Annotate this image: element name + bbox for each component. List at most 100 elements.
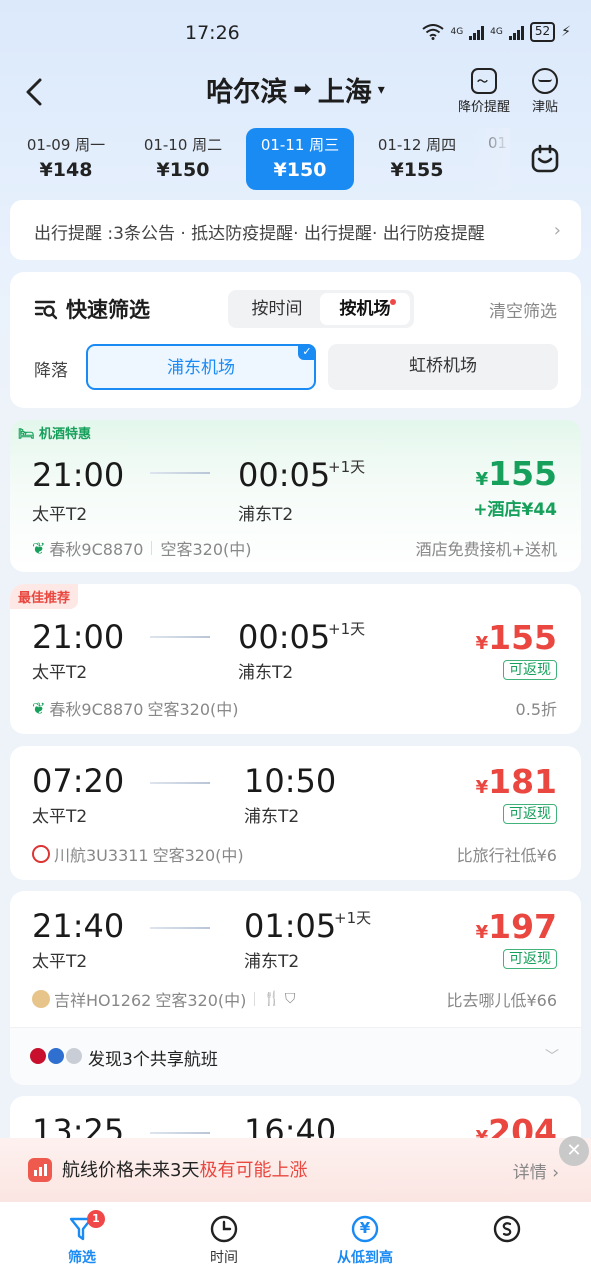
- more-icon: [66, 1048, 82, 1064]
- airline-flight-no: 吉祥HO1262: [54, 991, 152, 1010]
- flight-price: ¥155: [476, 454, 557, 493]
- route-line: [150, 1132, 210, 1134]
- meal-icon: 🍴: [263, 991, 281, 1007]
- date-strip-fade: [470, 128, 510, 190]
- origin-city: 哈尔滨: [206, 77, 288, 108]
- date-price: ¥148: [39, 159, 93, 181]
- arrival-terminal: 浦东T2: [238, 663, 294, 683]
- nav-sort-label: 从低到高: [337, 1250, 393, 1266]
- departure-terminal: 太平T2: [32, 663, 88, 683]
- travel-notice-bar[interactable]: 出行提醒 :3条公告 · 抵达防疫提醒· 出行提醒· 出行防疫提醒 ›: [10, 200, 581, 260]
- price-alert-label: 降价提醒: [458, 100, 511, 115]
- best-recommend-tag: 最佳推荐: [10, 584, 79, 609]
- departure-time: 07:20: [32, 762, 125, 800]
- yen-circle-icon: ¥: [350, 1214, 380, 1244]
- pudong-airport-option[interactable]: 浦东机场 ✓: [86, 344, 316, 390]
- bottom-nav: 1 筛选 时间 ¥ 从低到高: [0, 1202, 591, 1280]
- date-price: ¥150: [156, 159, 210, 181]
- price-drop-bell-icon: ～: [471, 68, 497, 94]
- departure-terminal: 太平T2: [32, 807, 88, 827]
- price-value: 155: [488, 454, 557, 493]
- spring-airlines-logo-icon: ❦: [32, 698, 46, 718]
- divider: [151, 541, 153, 555]
- date-item[interactable]: 01-10 周二 ¥150: [129, 128, 237, 190]
- status-time: 17:26: [185, 22, 240, 44]
- subsidy-button[interactable]: 津贴: [532, 68, 558, 115]
- tab-by-airport[interactable]: 按机场: [320, 293, 410, 325]
- calendar-icon: [531, 144, 559, 173]
- calendar-button[interactable]: [530, 144, 560, 174]
- codeshare-airline-icons: [30, 1048, 82, 1064]
- signal-icon-1: [469, 24, 485, 40]
- travel-notice-text: 出行提醒 :3条公告 · 抵达防疫提醒· 出行提醒· 出行防疫提醒: [34, 224, 485, 244]
- flight-note: 0.5折: [515, 700, 557, 719]
- aircraft-type: 空客320(中): [147, 700, 239, 719]
- close-icon[interactable]: ✕: [559, 1136, 589, 1166]
- flight-card[interactable]: 07:20 10:50 太平T2 浦东T2 ¥181 可返现 川航3U3311 …: [10, 746, 581, 880]
- flight-info: ❦ 春秋9C8870 空客320(中): [32, 536, 252, 560]
- nav-filter-label: 筛选: [68, 1250, 96, 1266]
- package-deal-label: 机酒特惠: [39, 427, 92, 442]
- nav-sort-low-high[interactable]: ¥ 从低到高: [305, 1214, 425, 1267]
- airline-flight-no: 春秋9C8870: [49, 540, 144, 559]
- date-label: 01-12 周四: [377, 136, 457, 154]
- airline-flight-no: 春秋9C8870: [49, 700, 144, 719]
- arrival-terminal: 浦东T2: [244, 952, 300, 972]
- tab-by-time[interactable]: 按时间: [232, 293, 322, 325]
- date-label: 01-11 周三: [260, 136, 340, 154]
- aircraft-type: 空客320(中): [160, 540, 252, 559]
- filter-count-badge: 1: [87, 1210, 105, 1228]
- sichuan-airlines-logo-icon: [32, 845, 50, 863]
- network-type-2: 4G: [490, 27, 503, 37]
- tab-dot-indicator: [390, 299, 396, 305]
- codeshare-row[interactable]: 发现3个共享航班 ﹀: [10, 1027, 581, 1085]
- route-line: [150, 472, 210, 474]
- chevron-down-icon: ﹀: [545, 1049, 559, 1065]
- landing-label: 降落: [34, 361, 68, 381]
- arrival-time: 00:05: [238, 618, 331, 656]
- flight-info: ❦ 春秋9C8870 空客320(中): [32, 696, 239, 720]
- quick-filter-label: 快速筛选: [66, 298, 150, 322]
- cashback-badge: 可返现: [503, 949, 557, 969]
- price-trend-alert[interactable]: 航线价格未来3天极有可能上涨 详情 › ✕: [0, 1136, 591, 1202]
- price-trend-text: 航线价格未来3天极有可能上涨: [62, 1156, 307, 1182]
- date-item[interactable]: 01-09 周一 ¥148: [12, 128, 120, 190]
- yen-symbol: ¥: [359, 1219, 371, 1237]
- nav-time[interactable]: 时间: [164, 1214, 284, 1267]
- codeshare-text: 发现3个共享航班: [88, 1050, 218, 1070]
- nav-more[interactable]: [447, 1214, 567, 1247]
- next-day-indicator: +1天: [328, 620, 366, 638]
- date-price: ¥155: [390, 159, 444, 181]
- arrival-terminal: 浦东T2: [244, 807, 300, 827]
- subsidy-label: 津贴: [532, 100, 559, 115]
- airline-flight-no: 川航3U3311: [54, 846, 149, 865]
- nav-filter[interactable]: 1 筛选: [22, 1210, 142, 1267]
- filter-search-icon: [34, 300, 58, 320]
- flight-card[interactable]: 最佳推荐 21:00 00:05 +1天 太平T2 浦东T2 ¥155 可返现 …: [10, 584, 581, 734]
- flight-card[interactable]: 🛏 机酒特惠 21:00 00:05 +1天 太平T2 浦东T2 ¥155 +酒…: [10, 420, 581, 572]
- quick-filter-title: 快速筛选: [34, 294, 150, 324]
- quick-filter-card: 快速筛选 按时间 按机场 清空筛选 降落 浦东机场 ✓ 虹桥机场: [10, 272, 581, 408]
- flight-card[interactable]: 21:40 01:05 +1天 太平T2 浦东T2 ¥197 可返现 吉祥HO1…: [10, 891, 581, 1085]
- funnel-icon: 1: [67, 1210, 105, 1244]
- flight-info: 川航3U3311 空客320(中): [32, 842, 244, 866]
- date-item[interactable]: 01-12 周四 ¥155: [363, 128, 471, 190]
- route-line: [150, 927, 210, 929]
- flight-note: 酒店免费接机+送机: [415, 540, 557, 559]
- price-alert-button[interactable]: ～ 降价提醒: [458, 68, 510, 115]
- status-bar: 17:26 4G 4G 52 ⚡: [0, 0, 591, 64]
- clear-filter-button[interactable]: 清空筛选: [489, 297, 557, 322]
- route-line: [150, 782, 210, 784]
- price-value: 155: [488, 618, 557, 657]
- price-trend-highlight: 极有可能上涨: [199, 1160, 308, 1181]
- currency-symbol: ¥: [475, 469, 489, 490]
- hotel-bed-icon: 🛏: [18, 427, 35, 442]
- departure-time: 21:00: [32, 618, 125, 656]
- arrival-time: 00:05: [238, 456, 331, 494]
- hongqiao-airport-option[interactable]: 虹桥机场: [328, 344, 558, 390]
- date-item-selected[interactable]: 01-11 周三 ¥150: [246, 128, 354, 190]
- hotel-addon-price: +酒店¥44: [473, 500, 557, 520]
- currency-symbol: ¥: [475, 633, 489, 654]
- flight-note: 比旅行社低¥6: [456, 846, 557, 865]
- price-trend-detail-link[interactable]: 详情 ›: [513, 1158, 559, 1183]
